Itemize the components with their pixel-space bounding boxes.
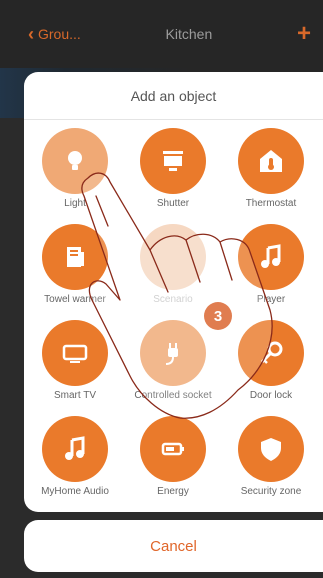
scenario-icon: [140, 224, 206, 290]
object-thermostat[interactable]: Thermostat: [222, 128, 320, 224]
music-note-icon: [42, 416, 108, 482]
object-grid: Light Shutter Thermostat Towel warmer Sc: [24, 120, 323, 512]
object-label: Light: [64, 198, 86, 209]
back-label: Grou...: [38, 26, 81, 42]
music-note-icon: [238, 224, 304, 290]
top-bar: ‹ Grou... Kitchen +: [0, 0, 323, 68]
chevron-left-icon: ‹: [28, 23, 34, 44]
object-label: Security zone: [240, 486, 302, 497]
object-label: Energy: [157, 486, 189, 497]
object-myhome-audio[interactable]: MyHome Audio: [26, 416, 124, 512]
object-energy[interactable]: Energy: [124, 416, 222, 512]
object-door-lock[interactable]: Door lock: [222, 320, 320, 416]
object-label: Controlled socket: [134, 390, 212, 401]
key-icon: [238, 320, 304, 386]
object-security-zone[interactable]: Security zone: [222, 416, 320, 512]
page-title: Kitchen: [165, 26, 213, 42]
object-player[interactable]: Player: [222, 224, 320, 320]
add-object-sheet: Add an object Light Shutter Thermostat T…: [24, 72, 323, 512]
step-badge: 3: [204, 302, 232, 330]
object-shutter[interactable]: Shutter: [124, 128, 222, 224]
thermostat-icon: [238, 128, 304, 194]
cancel-button[interactable]: Cancel: [24, 520, 323, 572]
object-towel-warmer[interactable]: Towel warmer: [26, 224, 124, 320]
object-label: Player: [256, 294, 286, 305]
object-controlled-socket[interactable]: Controlled socket: [124, 320, 222, 416]
shutter-icon: [140, 128, 206, 194]
object-label: Thermostat: [245, 198, 297, 209]
plug-icon: [140, 320, 206, 386]
object-label: Scenario: [153, 294, 193, 305]
battery-icon: [140, 416, 206, 482]
object-label: Smart TV: [53, 390, 97, 401]
object-label: MyHome Audio: [41, 486, 109, 497]
object-smart-tv[interactable]: Smart TV: [26, 320, 124, 416]
sheet-title: Add an object: [24, 72, 323, 120]
object-light[interactable]: Light: [26, 128, 124, 224]
add-button[interactable]: +: [297, 20, 311, 48]
object-label: Door lock: [249, 390, 293, 401]
tv-icon: [42, 320, 108, 386]
bulb-icon: [42, 128, 108, 194]
towel-warmer-icon: [42, 224, 108, 290]
object-label: Towel warmer: [44, 294, 106, 305]
back-button[interactable]: ‹ Grou...: [28, 24, 81, 45]
object-label: Shutter: [156, 198, 190, 209]
shield-icon: [238, 416, 304, 482]
